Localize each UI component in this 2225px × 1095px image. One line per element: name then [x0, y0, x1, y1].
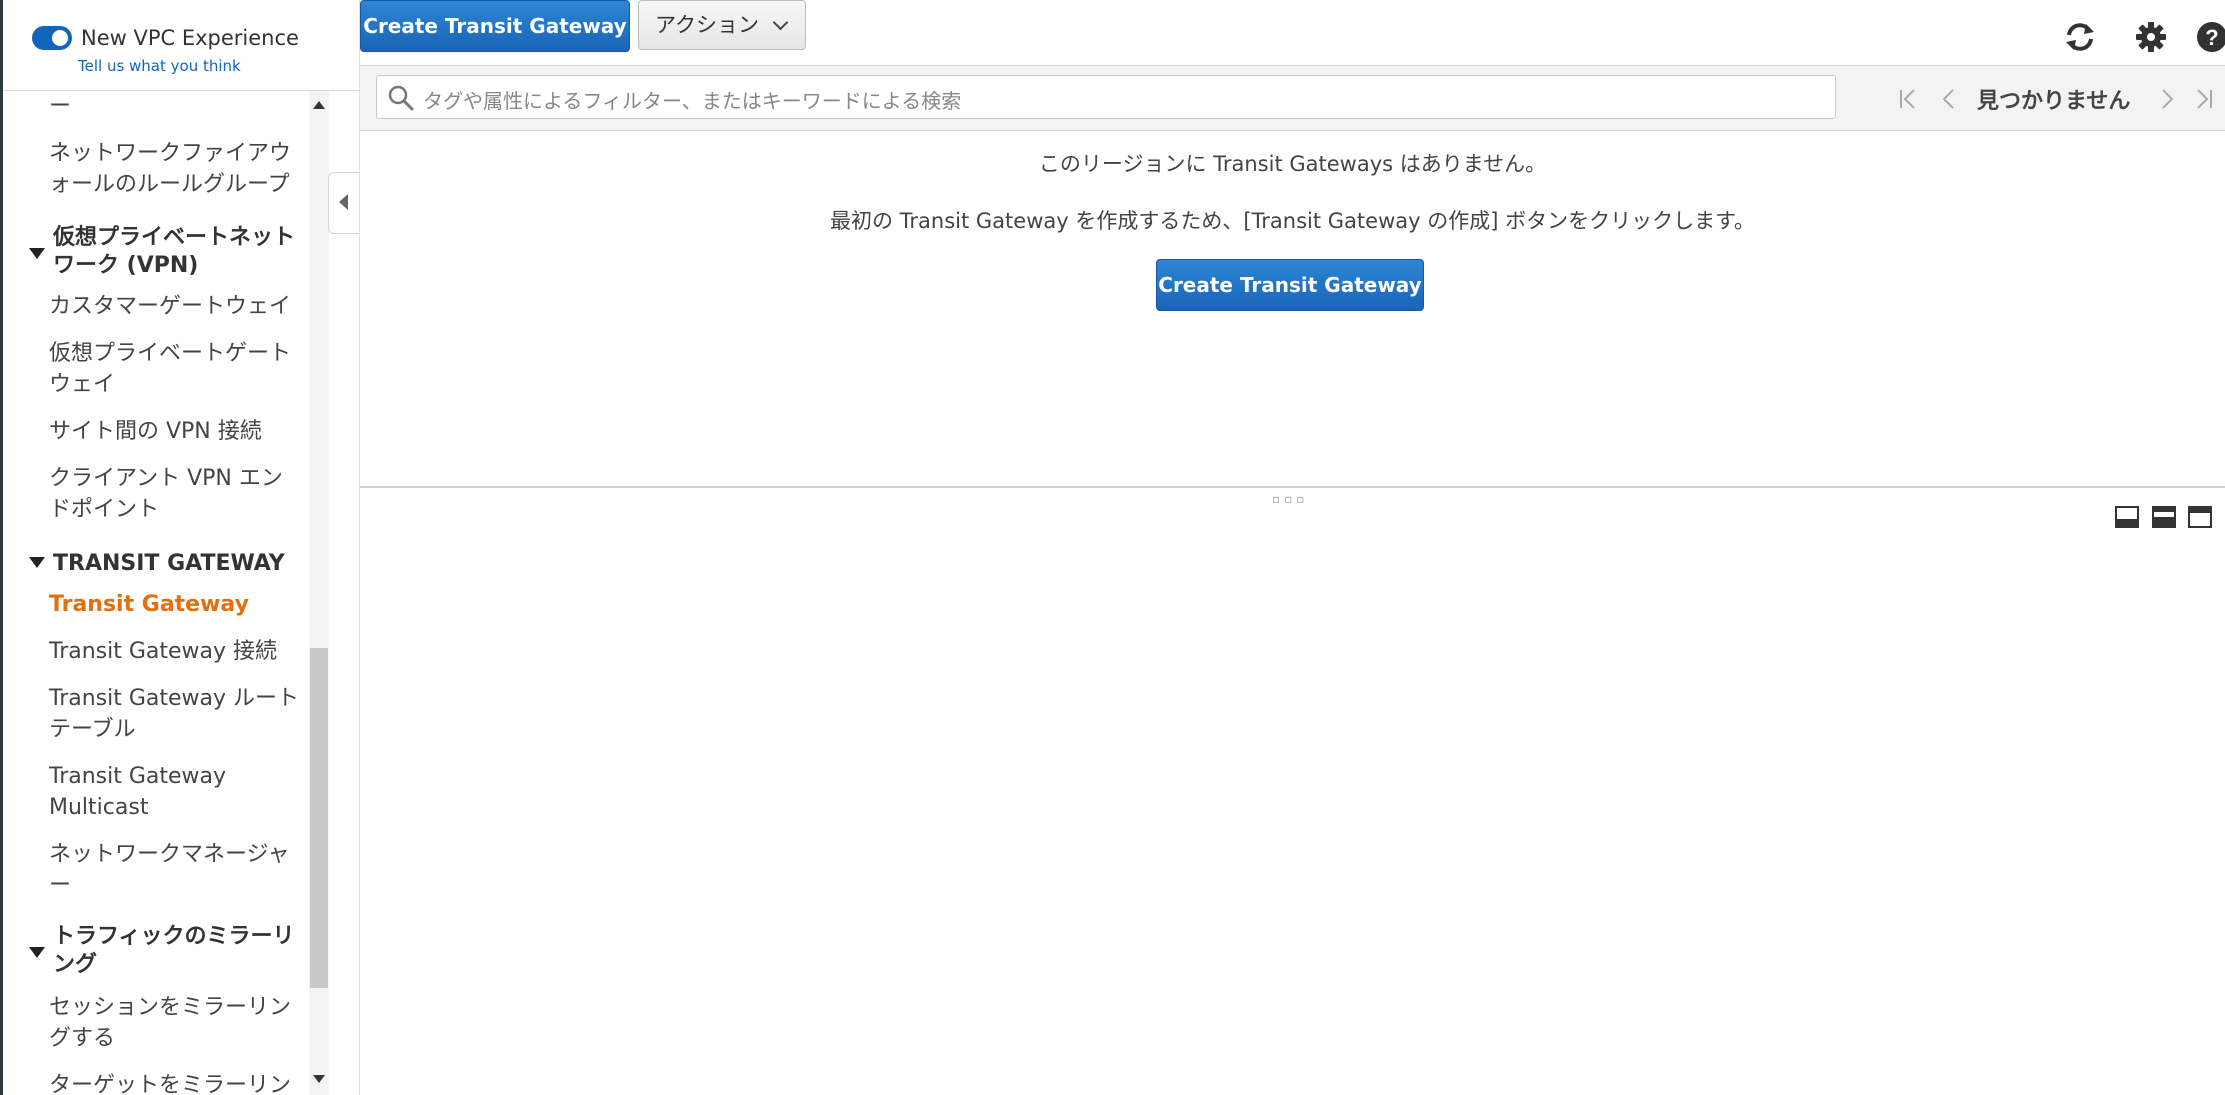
empty-state-title: このリージョンに Transit Gateways はありません。 [1038, 152, 1547, 176]
section-expanded-caret-icon[interactable] [29, 248, 45, 259]
search-input[interactable]: タグや属性によるフィルター、またはキーワードによる検索 [376, 75, 1836, 119]
sidebar-section-transit-gateway[interactable]: TRANSIT GATEWAY [53, 550, 309, 578]
search-icon [388, 85, 414, 111]
empty-state-hint: 最初の Transit Gateway を作成するため、[Transit Gat… [830, 209, 1755, 233]
sidebar-item-site-to-site-vpn[interactable]: サイト間の VPN 接続 [49, 416, 309, 447]
main-content: Create Transit Gateway アクション ? タグや属性によるフ… [360, 0, 2225, 1095]
collapse-left-icon [339, 194, 348, 210]
sidebar-item-mirror-sessions[interactable]: セッションをミラーリングする [49, 992, 299, 1054]
sidebar-scrollbar-thumb[interactable] [310, 648, 328, 988]
sidebar-item-customer-gateways[interactable]: カスタマーゲートウェイ [49, 291, 309, 322]
sidebar-item-network-firewall-rule-groups[interactable]: ネットワークファイアウォールのルールグループ [49, 138, 299, 200]
new-vpc-experience-toggle[interactable] [32, 26, 72, 50]
section-expanded-caret-icon[interactable] [29, 557, 45, 568]
svg-text:?: ? [2205, 25, 2218, 50]
scroll-down-arrow-icon[interactable] [309, 1071, 329, 1087]
chevron-down-icon [772, 14, 789, 31]
sidebar-item-client-vpn-endpoints[interactable]: クライアント VPN エンドポイント [49, 463, 299, 525]
sidebar-item-transit-gateway-multicast[interactable]: Transit Gateway Multicast [49, 761, 249, 823]
gear-icon[interactable] [2134, 20, 2168, 54]
first-page-icon[interactable] [1895, 86, 1923, 112]
refresh-icon[interactable] [2063, 20, 2097, 54]
sidebar-item-transit-gateways[interactable]: Transit Gateway [49, 589, 309, 620]
actions-label: アクション [655, 13, 759, 37]
help-icon[interactable]: ? [2195, 20, 2225, 54]
sidebar-collapse-button[interactable] [328, 172, 359, 234]
sidebar-nav: ー ネットワークファイアウォールのルールグループ 仮想プライベートネットワーク … [3, 91, 309, 1095]
toggle-knob [52, 30, 68, 46]
sidebar-item-network-manager[interactable]: ネットワークマネージャー [49, 839, 299, 901]
layout-split-pane-icon[interactable] [2152, 506, 2176, 528]
previous-page-icon[interactable] [1935, 86, 1963, 112]
section-expanded-caret-icon[interactable] [29, 947, 45, 958]
layout-bottom-pane-icon[interactable] [2115, 506, 2139, 528]
sidebar-section-vpn[interactable]: 仮想プライベートネットワーク (VPN) [53, 224, 303, 280]
scroll-up-arrow-icon[interactable] [309, 98, 329, 114]
last-page-icon[interactable] [2190, 86, 2218, 112]
create-transit-gateway-button[interactable]: Create Transit Gateway [360, 0, 630, 52]
next-page-icon[interactable] [2153, 86, 2181, 112]
sidebar-item-overflow[interactable]: ー [49, 91, 309, 122]
pane-splitter[interactable] [360, 486, 2225, 488]
pager-status: 見つかりません [1977, 89, 2131, 114]
toggle-label: New VPC Experience [81, 26, 299, 50]
layout-top-pane-icon[interactable] [2188, 506, 2212, 528]
sidebar-section-traffic-mirroring[interactable]: トラフィックのミラーリング [53, 923, 303, 979]
actions-dropdown-button[interactable]: アクション [638, 0, 806, 50]
search-placeholder: タグや属性によるフィルター、またはキーワードによる検索 [423, 89, 962, 113]
sidebar: New VPC Experience Tell us what you thin… [3, 0, 360, 1095]
splitter-grip-icon[interactable]: ▫▫▫ [1272, 492, 1308, 506]
sidebar-item-virtual-private-gateways[interactable]: 仮想プライベートゲートウェイ [49, 338, 299, 400]
sidebar-item-transit-gateway-attachments[interactable]: Transit Gateway 接続 [49, 636, 309, 667]
sidebar-item-transit-gateway-route-tables[interactable]: Transit Gateway ルートテーブル [49, 683, 309, 745]
feedback-link[interactable]: Tell us what you think [78, 57, 241, 75]
sidebar-item-mirror-targets[interactable]: ターゲットをミラーリン [49, 1070, 299, 1095]
filter-bar: タグや属性によるフィルター、またはキーワードによる検索 見つかりません [360, 66, 2225, 131]
create-transit-gateway-button-empty-state[interactable]: Create Transit Gateway [1156, 259, 1424, 311]
